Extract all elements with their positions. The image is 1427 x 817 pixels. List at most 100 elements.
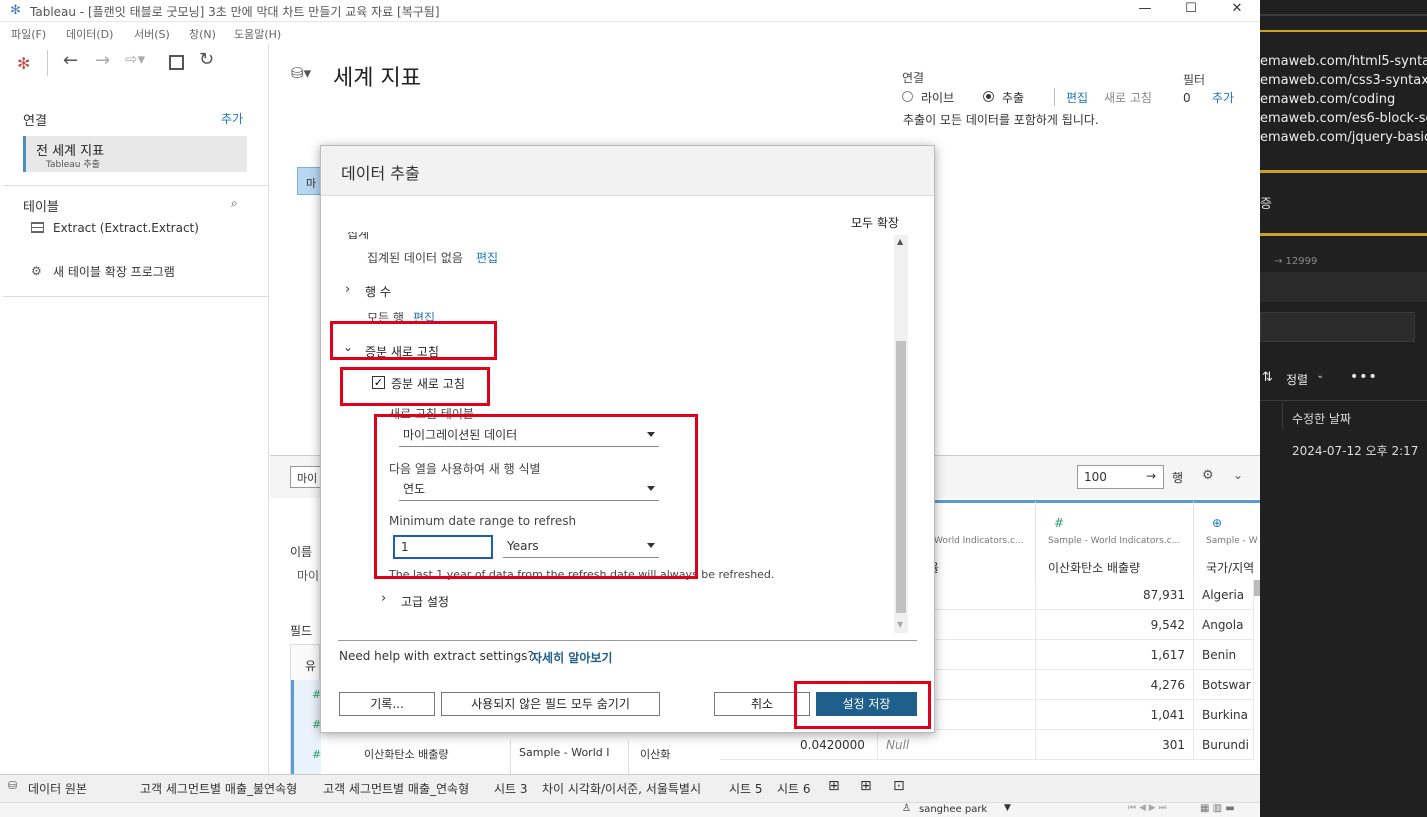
fields-table: 유 # # # [290,644,321,774]
link-item[interactable]: emaweb.com/coding [1260,90,1427,109]
rows-go-icon[interactable]: → [1146,469,1156,483]
sort-button[interactable]: 정렬 [1286,371,1308,388]
learn-more-link[interactable]: 자세히 알아보기 [531,649,612,666]
chevron-down-icon[interactable]: ⌄ [1316,370,1324,381]
search-box[interactable] [1260,312,1415,342]
aggregation-edit-link[interactable]: 편집 [476,249,498,266]
live-label[interactable]: 라이브 [921,89,954,106]
grid-view-button[interactable]: 마이 [290,466,322,488]
grid-view-icon[interactable]: ▦ ▥ ▬ [1200,803,1235,814]
extension-icon: ⚙ [31,264,42,278]
menu-data[interactable]: 데이터(D) [66,26,113,42]
minimize-button[interactable]: — [1122,0,1168,22]
panel-item[interactable]: 증 [1260,193,1272,212]
filter-add-link[interactable]: 추가 [1212,89,1234,106]
table-pill[interactable]: 마 [297,167,321,195]
menu-server[interactable]: 서버(S) [134,26,170,42]
tab-data-source[interactable]: 데이터 원본 [28,780,87,797]
modified-date-header[interactable]: 수정한 날짜 [1292,410,1351,427]
sort-icon[interactable]: ⇅ [1262,370,1273,385]
advanced-settings[interactable]: 고급 설정 [401,593,449,610]
menu-help[interactable]: 도움말(H) [234,26,281,42]
back-icon[interactable]: ← [63,50,78,71]
connections-header: 연결 [23,114,47,129]
hide-unused-fields-button[interactable]: 사용되지 않은 필드 모두 숨기기 [441,692,660,716]
menu-file[interactable]: 파일(F) [11,26,46,42]
extract-label[interactable]: 추출 [1002,89,1024,106]
menu-window[interactable]: 창(N) [189,26,216,42]
extract-edit-link[interactable]: 편집 [1066,89,1088,106]
status-bar: ♙ sanghee park ▼ ⏮ ◀ ▶ ⏭ ▦ ▥ ▬ [0,802,1260,817]
chevron-right-icon[interactable]: › [345,282,350,297]
new-dashboard-icon[interactable]: ⊞ [860,778,872,794]
table-item[interactable]: Extract (Extract.Extract) [53,221,199,235]
settings-icon[interactable]: ⚙ [1202,468,1214,483]
tableau-logo-icon: ✻ [10,3,21,18]
forward-icon[interactable]: → [95,50,110,71]
maximize-button[interactable]: ☐ [1168,0,1214,22]
window-title: Tableau - [플랜잇 태블로 굿모닝] 3초 만에 막대 차트 만들기 … [30,5,440,19]
tab-sheet[interactable]: 시트 5 [729,780,763,797]
close-button[interactable]: ✕ [1214,0,1260,22]
scroll-thumb[interactable] [896,341,906,613]
chevron-right-icon[interactable]: › [381,591,386,606]
left-pane: ✻ ← → ⇨▾ ↻ 연결 추가 전 세계 지표 Tableau 추출 테이블 … [3,44,269,774]
tab-sheet[interactable]: 시트 6 [777,780,811,797]
grid-cell: Burundi [1194,730,1254,760]
redo-icon[interactable]: ⇨▾ [125,50,145,68]
column-source: Sample - W [1206,536,1258,546]
tab-sheet[interactable]: 고객 세그먼트별 매출_연속형 [323,780,469,797]
grid-cell: 9,542 [1036,610,1194,640]
scroll-down-icon[interactable]: ▼ [897,620,903,629]
grid-cell: 87,931 [1036,580,1194,610]
grid-cell: Burkina [1194,700,1254,730]
link-item[interactable]: emaweb.com/html5-syntax [1260,52,1427,71]
extract-radio[interactable] [983,91,994,102]
user-name[interactable]: sanghee park [919,804,987,815]
tab-sheet[interactable]: 차이 시각화/이서준, 서울특별시 [542,780,701,797]
link-item[interactable]: emaweb.com/es6-block-sco [1260,109,1427,128]
rows-value: 100 [1084,470,1107,484]
field-row-icon[interactable]: # [291,710,321,740]
link-item[interactable]: emaweb.com/css3-syntax [1260,71,1427,90]
toolbar-divider [47,50,48,76]
chevron-down-icon[interactable]: ⌄ [1233,468,1243,482]
history-button[interactable]: 기록... [339,692,435,716]
connection-item[interactable]: 전 세계 지표 Tableau 추출 [23,136,247,172]
scroll-up-icon[interactable]: ▲ [897,237,903,246]
expand-all-link[interactable]: 모두 확장 [851,214,899,231]
extract-refresh-link[interactable]: 새로 고침 [1104,89,1152,106]
new-story-icon[interactable]: ⊡ [893,778,905,794]
link-item[interactable]: emaweb.com/jquery-basics [1260,128,1427,147]
new-sheet-icon[interactable]: ⊞ [828,778,840,794]
rows-section-header[interactable]: 행 수 [365,283,391,300]
datasource-icon[interactable]: ⛁▾ [291,64,311,82]
live-radio[interactable] [902,91,913,102]
rows-input[interactable]: 100 → [1077,465,1164,489]
aggregation-header[interactable]: 집계 [347,232,369,242]
grid-cell: 4,276 [1036,670,1194,700]
globe-icon: ⊕ [1212,516,1223,530]
grid-cell: 1,041 [1036,700,1194,730]
field-row-icon[interactable]: # [291,740,321,774]
search-icon[interactable]: ⌕ [231,196,238,211]
highlight-box [374,414,698,579]
dialog-scrollbar[interactable]: ▲ ▼ [894,235,908,633]
tab-sheet[interactable]: 시트 3 [494,780,528,797]
rows-label: 행 [1172,471,1184,485]
tab-sheet[interactable]: 고객 세그먼트별 매출_불연속형 [140,780,297,797]
column-header[interactable]: # Sample - World Indicators.c... 이산화탄소 배… [1036,500,1194,580]
new-table-extension[interactable]: 새 테이블 확장 프로그램 [53,263,175,280]
save-icon[interactable] [169,55,184,70]
sheet-tabs: ⛁ 데이터 원본 고객 세그먼트별 매출_불연속형 고객 세그먼트별 매출_연속… [0,774,1260,802]
tableau-home-icon[interactable]: ✻ [17,54,30,73]
accent-line [1260,170,1427,173]
user-menu-caret-icon[interactable]: ▼ [1004,803,1011,813]
refresh-icon[interactable]: ↻ [199,49,214,70]
more-options-icon[interactable]: ••• [1350,369,1378,385]
panel-row [1260,272,1427,302]
column-header[interactable]: ⊕ Sample - W 국가/지역 [1194,500,1260,580]
field-row-icon[interactable]: # [291,680,321,710]
sheet-nav-icons[interactable]: ⏮ ◀ ▶ ⏭ [1128,803,1167,813]
add-connection-link[interactable]: 추가 [221,110,243,127]
